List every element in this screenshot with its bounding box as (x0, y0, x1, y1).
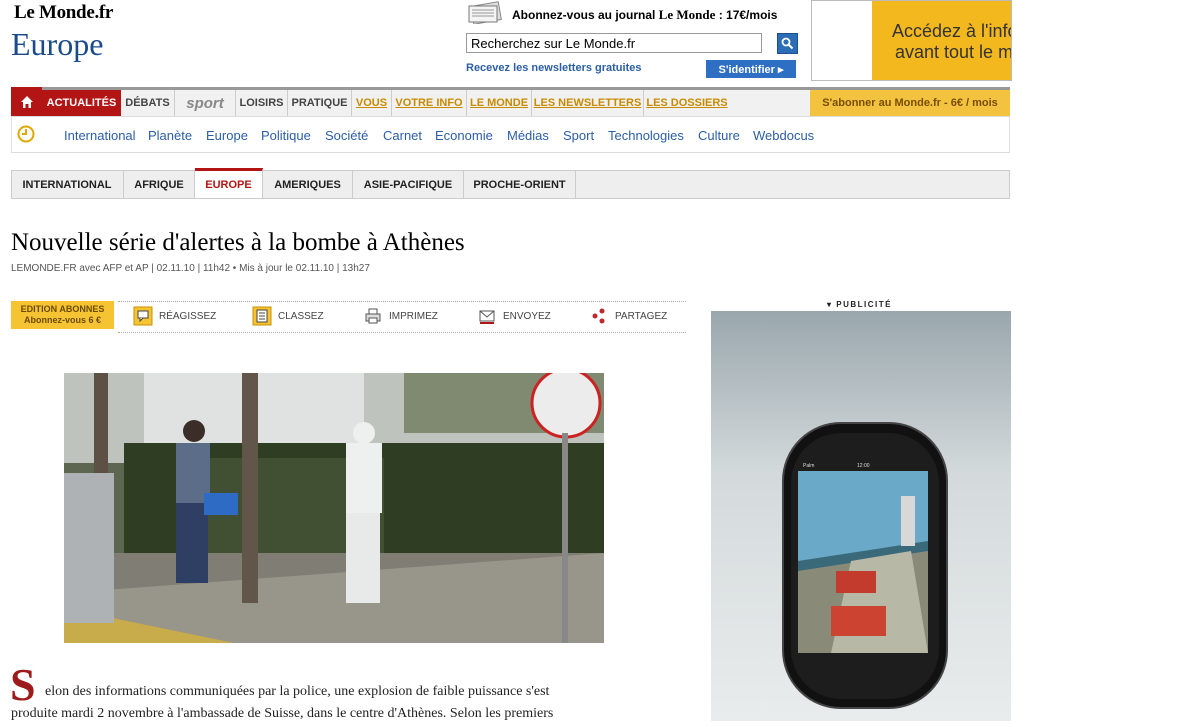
subnav-item-societe[interactable]: Société (325, 128, 368, 143)
subnav-item-europe[interactable]: Europe (206, 128, 248, 143)
site-logo[interactable]: Le Monde.fr (14, 2, 113, 24)
classify-icon (252, 306, 272, 326)
tab-asie-pacifique[interactable]: ASIE-PACIFIQUE (353, 171, 464, 199)
share-icon (589, 306, 609, 326)
subnav-item-economie[interactable]: Economie (435, 128, 493, 143)
phone-time: 12:00 (857, 463, 870, 469)
reagissez-button[interactable]: RÉAGISSEZ (133, 306, 216, 326)
top-banner-ad[interactable]: Accédez à l'info avant tout le m (811, 0, 1012, 81)
clock-icon[interactable] (17, 125, 35, 143)
nav-newsletters[interactable]: LES NEWSLETTERS (532, 90, 644, 116)
publicite-label: ▾ PUBLICITÉ (827, 300, 892, 309)
home-button[interactable] (11, 87, 42, 116)
search-icon (781, 37, 794, 50)
subnav-item-technologies[interactable]: Technologies (608, 128, 684, 143)
classez-label: CLASSEZ (278, 310, 324, 322)
ad-line-1: Accédez à l'info (892, 21, 1012, 41)
nav-votre-info[interactable]: VOTRE INFO (392, 90, 467, 116)
tab-proche-orient[interactable]: PROCHE-ORIENT (464, 171, 576, 199)
signin-button[interactable]: S'identifier ▸ (706, 60, 796, 78)
email-icon (477, 306, 497, 326)
envoyez-label: ENVOYEZ (503, 310, 551, 322)
journal-subscribe-text[interactable]: Abonnez-vous au journal Le Monde : 17€/m… (512, 7, 777, 23)
article-body-line-1: elon des informations communiquées par l… (45, 684, 550, 699)
tab-ameriques[interactable]: AMERIQUES (263, 171, 353, 199)
subnav-item-international[interactable]: International (64, 128, 136, 143)
subnav-item-webdocus[interactable]: Webdocus (753, 128, 814, 143)
subnav-item-planete[interactable]: Planète (148, 128, 192, 143)
subnav-item-medias[interactable]: Médias (507, 128, 549, 143)
newsletters-link[interactable]: Recevez les newsletters gratuites (466, 62, 641, 74)
imprimez-button[interactable]: IMPRIMEZ (363, 306, 438, 326)
home-icon (20, 95, 33, 108)
nav-le-monde[interactable]: LE MONDE (467, 90, 532, 116)
search-input[interactable] (466, 33, 762, 53)
subscribe-monde-button[interactable]: S'abonner au Monde.fr - 6€ / mois (810, 90, 1010, 116)
search-button[interactable] (777, 33, 798, 54)
nav-dossiers[interactable]: LES DOSSIERS (644, 90, 730, 116)
subscribe-text-pre: Abonnez-vous au journal (512, 8, 659, 22)
tools-divider-top (118, 301, 686, 302)
tab-international[interactable]: INTERNATIONAL (11, 171, 124, 199)
comment-icon (133, 306, 153, 326)
article-byline: LEMONDE.FR avec AFP et AP | 02.11.10 | 1… (11, 263, 370, 274)
envoyez-button[interactable]: ENVOYEZ (477, 306, 551, 326)
print-icon (363, 306, 383, 326)
subnav-item-carnet[interactable]: Carnet (383, 128, 422, 143)
section-title: Europe (11, 26, 104, 62)
reagissez-label: RÉAGISSEZ (159, 310, 217, 322)
subscribe-price: : 17€/mois (715, 8, 778, 22)
nav-actualites[interactable]: ACTUALITÉS (42, 90, 121, 116)
tab-europe[interactable]: EUROPE (195, 168, 263, 198)
imprimez-label: IMPRIMEZ (389, 310, 438, 322)
article-dropcap: S (10, 659, 36, 710)
article-headline: Nouvelle série d'alertes à la bombe à At… (11, 229, 465, 256)
nav-loisirs[interactable]: LOISIRS (236, 90, 288, 116)
partagez-button[interactable]: PARTAGEZ (589, 306, 667, 326)
phone-advertisement[interactable]: Palm 12:00 (711, 311, 1011, 721)
article-body-line-2: produite mardi 2 novembre à l'ambassade … (11, 706, 554, 721)
edition-abonnes-badge[interactable]: EDITION ABONNES Abonnez-vous 6 € (11, 301, 114, 329)
edition-line-2: Abonnez-vous 6 € (23, 315, 101, 325)
subnav-item-politique[interactable]: Politique (261, 128, 311, 143)
phone-carrier: Palm (803, 463, 814, 469)
subnav-item-sport[interactable]: Sport (563, 128, 594, 143)
nav-vous[interactable]: VOUS (352, 90, 392, 116)
ad-line-2: avant tout le m (895, 42, 1012, 62)
subscribe-brand: Le Monde (658, 7, 716, 22)
edition-line-1: EDITION ABONNES (20, 304, 105, 314)
nav-debats[interactable]: DÉBATS (121, 90, 175, 116)
newspaper-icon (468, 1, 502, 24)
nav-pratique[interactable]: PRATIQUE (288, 90, 352, 116)
article-photo[interactable] (64, 373, 604, 643)
tools-divider-bottom (118, 332, 686, 333)
partagez-label: PARTAGEZ (615, 310, 668, 322)
nav-sport[interactable]: sport (175, 90, 236, 116)
classez-button[interactable]: CLASSEZ (252, 306, 324, 326)
tab-afrique[interactable]: AFRIQUE (124, 171, 195, 199)
subnav-item-culture[interactable]: Culture (698, 128, 740, 143)
